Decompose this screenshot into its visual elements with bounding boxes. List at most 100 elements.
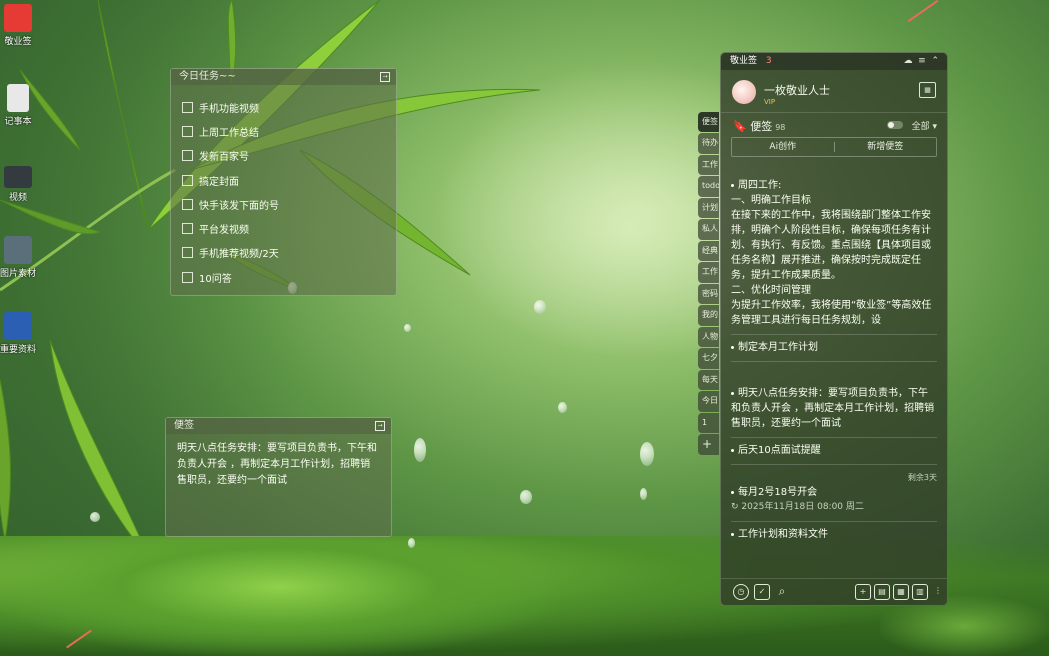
list-item[interactable]: 后天10点面试提醒	[731, 438, 937, 465]
chevron-up-icon[interactable]: ⌃	[931, 56, 939, 66]
checkbox[interactable]	[182, 247, 193, 259]
note-icon[interactable]: ▤	[874, 584, 890, 600]
cloud-sync-icon[interactable]: ☁	[903, 56, 912, 66]
note-title: 制定本月工作计划	[738, 342, 818, 353]
tab-category[interactable]: 我的	[698, 305, 719, 326]
panel-toolbar: ◷ ✓ ⌕ + ▤ ▦ ▥ ⋮	[721, 578, 947, 605]
todo-item[interactable]: 手机推荐视频/2天	[182, 241, 396, 265]
widget-title: 便签	[174, 420, 194, 431]
checkbox[interactable]	[182, 125, 193, 137]
desktop-icon-jingyeqian[interactable]: 敬业签	[0, 4, 36, 47]
add-category-button[interactable]: +	[698, 434, 719, 455]
word-document-icon	[4, 312, 32, 340]
menu-icon[interactable]: ≡	[918, 56, 926, 66]
tab-category[interactable]: 每天	[698, 369, 719, 391]
search-icon[interactable]: ⌕	[775, 584, 789, 598]
checkbox[interactable]	[182, 174, 193, 186]
note-text[interactable]: 明天八点任务安排：要写项目负责书，下午和负责人开会 ，再制定本月工作计划，招聘销…	[166, 434, 391, 496]
tab-category[interactable]: 1	[698, 412, 719, 434]
todo-item[interactable]: 平台发视频	[182, 216, 396, 240]
checkbox[interactable]	[182, 198, 193, 210]
avatar[interactable]	[732, 80, 756, 104]
tab-category[interactable]: 人物	[698, 326, 719, 348]
username: 一枚敬业人士	[764, 84, 830, 97]
list-item[interactable]: 剩余3天 每月2号18号开会 ↻ 2025年11月18日 08:00 周二	[731, 465, 937, 522]
board-icon[interactable]: ▦	[893, 584, 909, 600]
note-title: 每月2号18号开会	[738, 487, 818, 498]
desktop-icon-word[interactable]: 重要资料	[0, 312, 36, 355]
desktop-icon-label: 视频	[8, 193, 27, 203]
widget-title: 今日任务~~	[179, 71, 236, 82]
reminder-time: 2025年11月18日 08:00 周二	[741, 502, 864, 512]
checkbox[interactable]	[182, 150, 193, 162]
water-drop	[558, 402, 567, 413]
bullet	[731, 183, 734, 187]
user-header: 一枚敬业人士 VIP ▦	[721, 70, 947, 113]
desktop-icon-label: 敬业签	[4, 37, 32, 47]
more-icon[interactable]: ⋮	[931, 584, 945, 598]
tab-category[interactable]: 经典	[698, 240, 719, 262]
panel-titlebar: 敬业签 3 ☁ ≡ ⌃	[721, 53, 947, 70]
todo-text: 平台发视频	[199, 225, 249, 237]
tab-category[interactable]: 工作	[698, 154, 719, 176]
filter-dropdown[interactable]: 全部 ▾	[912, 119, 937, 132]
clock-icon[interactable]: ◷	[733, 584, 749, 600]
list-item[interactable]: 工作计划和资料文件	[731, 522, 937, 548]
notes-header: 🔖 便签 98 全部 ▾	[721, 113, 947, 137]
message-count[interactable]: 3	[766, 56, 772, 66]
note-title: 明天八点任务安排：要写项目负责书，下午和负责人开会 ，再制定本月工作计划，招聘销…	[731, 388, 935, 429]
note-body: 一、明确工作目标 在接下来的工作中，我将围绕部门整体工作安排，明确个人阶段性目标…	[731, 195, 932, 326]
desktop-icon-video[interactable]: 视频	[0, 166, 36, 203]
ai-create-button[interactable]: Ai创作	[732, 138, 834, 156]
check-icon[interactable]: ✓	[754, 584, 770, 600]
tab-category[interactable]: 待办	[698, 133, 719, 154]
note-title: 后天10点面试提醒	[738, 445, 821, 456]
todo-item[interactable]: 上周工作总结	[182, 119, 396, 143]
list-item[interactable]: 制定本月工作计划	[731, 335, 937, 362]
water-drop	[90, 512, 100, 522]
water-drop	[640, 442, 654, 466]
cloud-app-icon	[4, 4, 32, 32]
display-toggle[interactable]	[887, 121, 903, 129]
app-name: 敬业签	[730, 56, 758, 66]
desktop-icon-notepad[interactable]: 记事本	[0, 84, 36, 127]
widget-header: 便签 →	[166, 418, 391, 434]
list-item[interactable]: 明天八点任务安排：要写项目负责书，下午和负责人开会 ，再制定本月工作计划，招聘销…	[731, 362, 937, 438]
todo-item[interactable]: 10问答	[182, 265, 396, 289]
tab-category[interactable]: 今日	[698, 391, 719, 412]
tab-category[interactable]: 计划	[698, 197, 719, 219]
action-bar: Ai创作 新增便签	[731, 137, 937, 157]
desktop-icon-images[interactable]: 图片素材	[0, 236, 36, 279]
expand-icon[interactable]: →	[375, 421, 385, 431]
todo-text: 手机功能视频	[199, 103, 259, 115]
today-tasks-widget: 今日任务~~ → 手机功能视频 上周工作总结 发新百家号 搞定封面 快手该发下面…	[170, 68, 397, 296]
tab-category[interactable]: 便签	[698, 112, 719, 133]
tab-category[interactable]: 私人	[698, 219, 719, 240]
note-title: 周四工作:	[738, 180, 782, 191]
desktop-icon-label: 记事本	[4, 117, 32, 127]
checkbox[interactable]	[182, 101, 193, 113]
expand-icon[interactable]: →	[380, 72, 390, 82]
checkbox[interactable]	[182, 271, 193, 283]
remaining-days: 剩余3天	[907, 473, 937, 482]
bookmark-icon: 🔖	[733, 120, 747, 133]
todo-item[interactable]: 快手该发下面的号	[182, 192, 396, 216]
add-icon[interactable]: +	[855, 584, 871, 600]
water-drop	[414, 438, 426, 462]
water-drop	[408, 538, 415, 548]
tab-category[interactable]: 工作	[698, 262, 719, 283]
list-item[interactable]: 周四工作: 一、明确工作目标 在接下来的工作中，我将围绕部门整体工作安排，明确个…	[731, 173, 937, 335]
checkbox[interactable]	[182, 223, 193, 235]
note-title: 工作计划和资料文件	[738, 529, 828, 540]
todo-item[interactable]: 发新百家号	[182, 144, 396, 168]
tab-category[interactable]: todo	[698, 176, 719, 197]
tab-category[interactable]: 密码	[698, 283, 719, 305]
todo-item[interactable]: 搞定封面	[182, 168, 396, 192]
calendar-icon[interactable]: ▦	[919, 82, 936, 98]
todo-item[interactable]: 手机功能视频	[182, 95, 396, 119]
calendar-view-icon[interactable]: ▥	[912, 584, 928, 600]
tab-category[interactable]: 七夕	[698, 348, 719, 369]
category-tabs: 便签 待办 工作 todo 计划 私人 经典 工作 密码 我的 人物 七夕 每天…	[698, 112, 719, 456]
new-note-button[interactable]: 新增便签	[835, 138, 937, 156]
note-list: 周四工作: 一、明确工作目标 在接下来的工作中，我将围绕部门整体工作安排，明确个…	[721, 173, 947, 577]
